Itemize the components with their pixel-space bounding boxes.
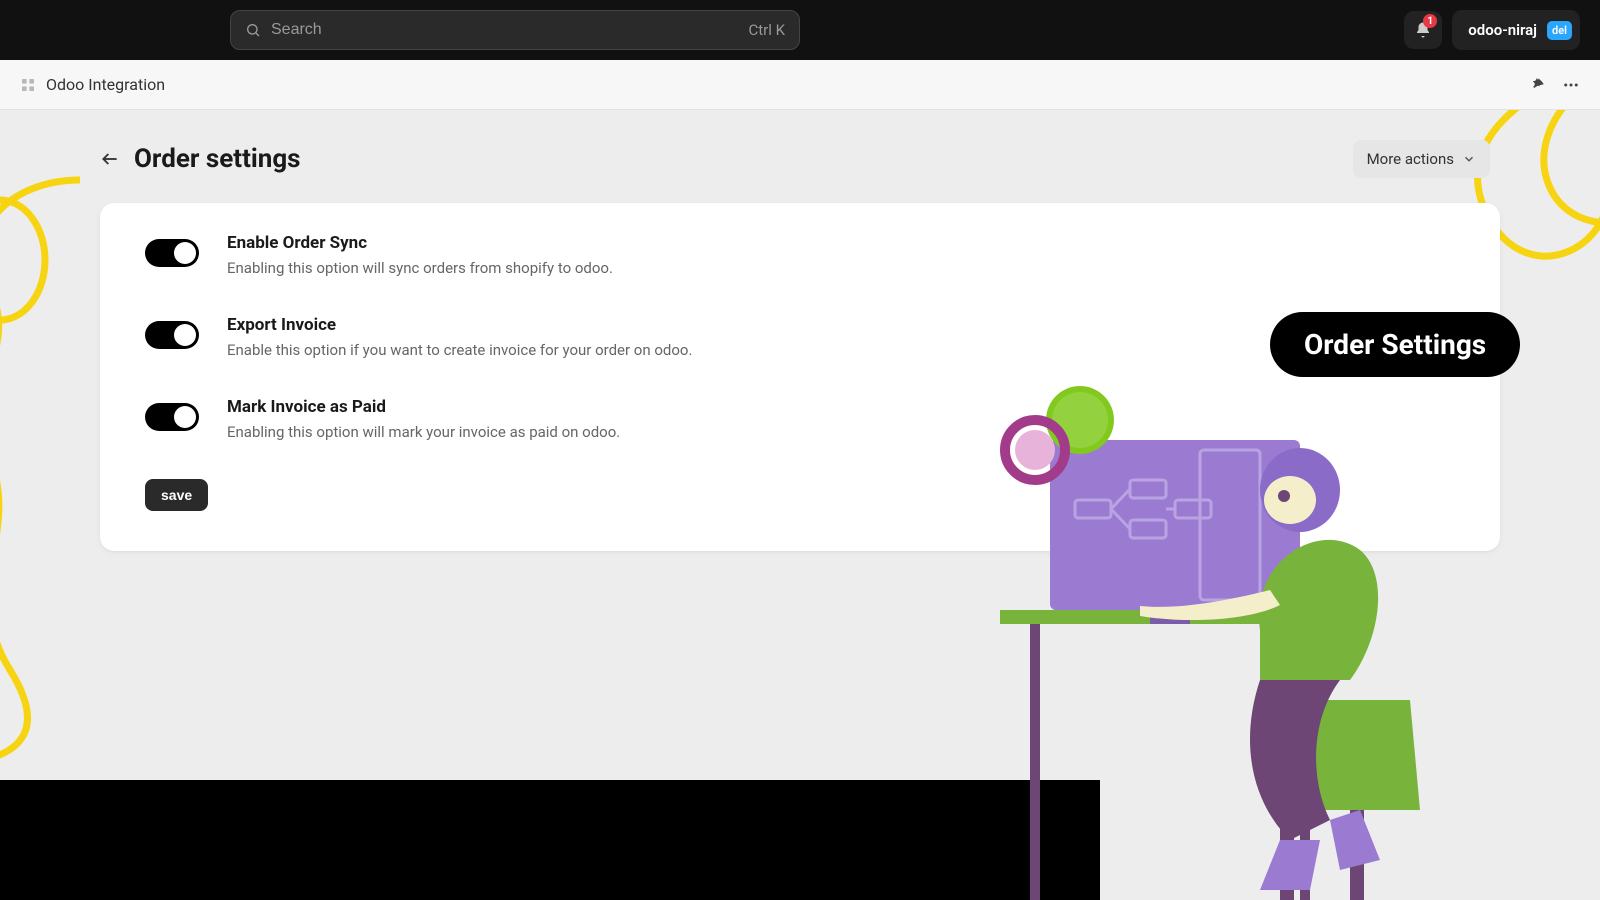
user-name: odoo-niraj bbox=[1468, 21, 1537, 39]
setting-export-invoice: Export Invoice Enable this option if you… bbox=[145, 315, 1455, 359]
setting-title: Enable Order Sync bbox=[227, 233, 613, 253]
more-actions-button[interactable]: More actions bbox=[1353, 140, 1490, 178]
more-icon[interactable] bbox=[1562, 76, 1580, 94]
decorative-bottom-bar bbox=[0, 780, 1100, 900]
search-input[interactable] bbox=[271, 21, 748, 39]
app-icon bbox=[20, 77, 36, 93]
page-header: Order settings More actions bbox=[0, 110, 1600, 198]
setting-description: Enabling this option will mark your invo… bbox=[227, 423, 620, 441]
back-arrow-icon[interactable] bbox=[100, 149, 120, 169]
notification-badge: 1 bbox=[1423, 14, 1437, 28]
setting-description: Enabling this option will sync orders fr… bbox=[227, 259, 613, 277]
user-tag: del bbox=[1547, 21, 1572, 40]
page-title: Order settings bbox=[134, 144, 301, 174]
search-shortcut: Ctrl K bbox=[748, 21, 785, 39]
more-actions-label: More actions bbox=[1367, 150, 1454, 168]
decorative-illustration bbox=[980, 380, 1520, 900]
setting-enable-order-sync: Enable Order Sync Enabling this option w… bbox=[145, 233, 1455, 277]
pin-icon[interactable] bbox=[1528, 76, 1546, 94]
breadcrumb-bar: Odoo Integration bbox=[0, 60, 1600, 110]
setting-description: Enable this option if you want to create… bbox=[227, 341, 692, 359]
toggle-enable-order-sync[interactable] bbox=[145, 239, 199, 267]
toggle-mark-invoice-paid[interactable] bbox=[145, 403, 199, 431]
user-menu[interactable]: odoo-niraj del bbox=[1452, 10, 1580, 50]
toggle-export-invoice[interactable] bbox=[145, 321, 199, 349]
save-button[interactable]: save bbox=[145, 479, 208, 511]
setting-title: Export Invoice bbox=[227, 315, 692, 335]
top-bar: Ctrl K 1 odoo-niraj del bbox=[0, 0, 1600, 60]
promo-badge: Order Settings bbox=[1270, 312, 1520, 377]
setting-title: Mark Invoice as Paid bbox=[227, 397, 620, 417]
search-box[interactable]: Ctrl K bbox=[230, 10, 800, 50]
notifications-button[interactable]: 1 bbox=[1404, 11, 1442, 49]
search-icon bbox=[245, 22, 261, 38]
breadcrumb[interactable]: Odoo Integration bbox=[46, 75, 165, 94]
chevron-down-icon bbox=[1462, 152, 1476, 166]
